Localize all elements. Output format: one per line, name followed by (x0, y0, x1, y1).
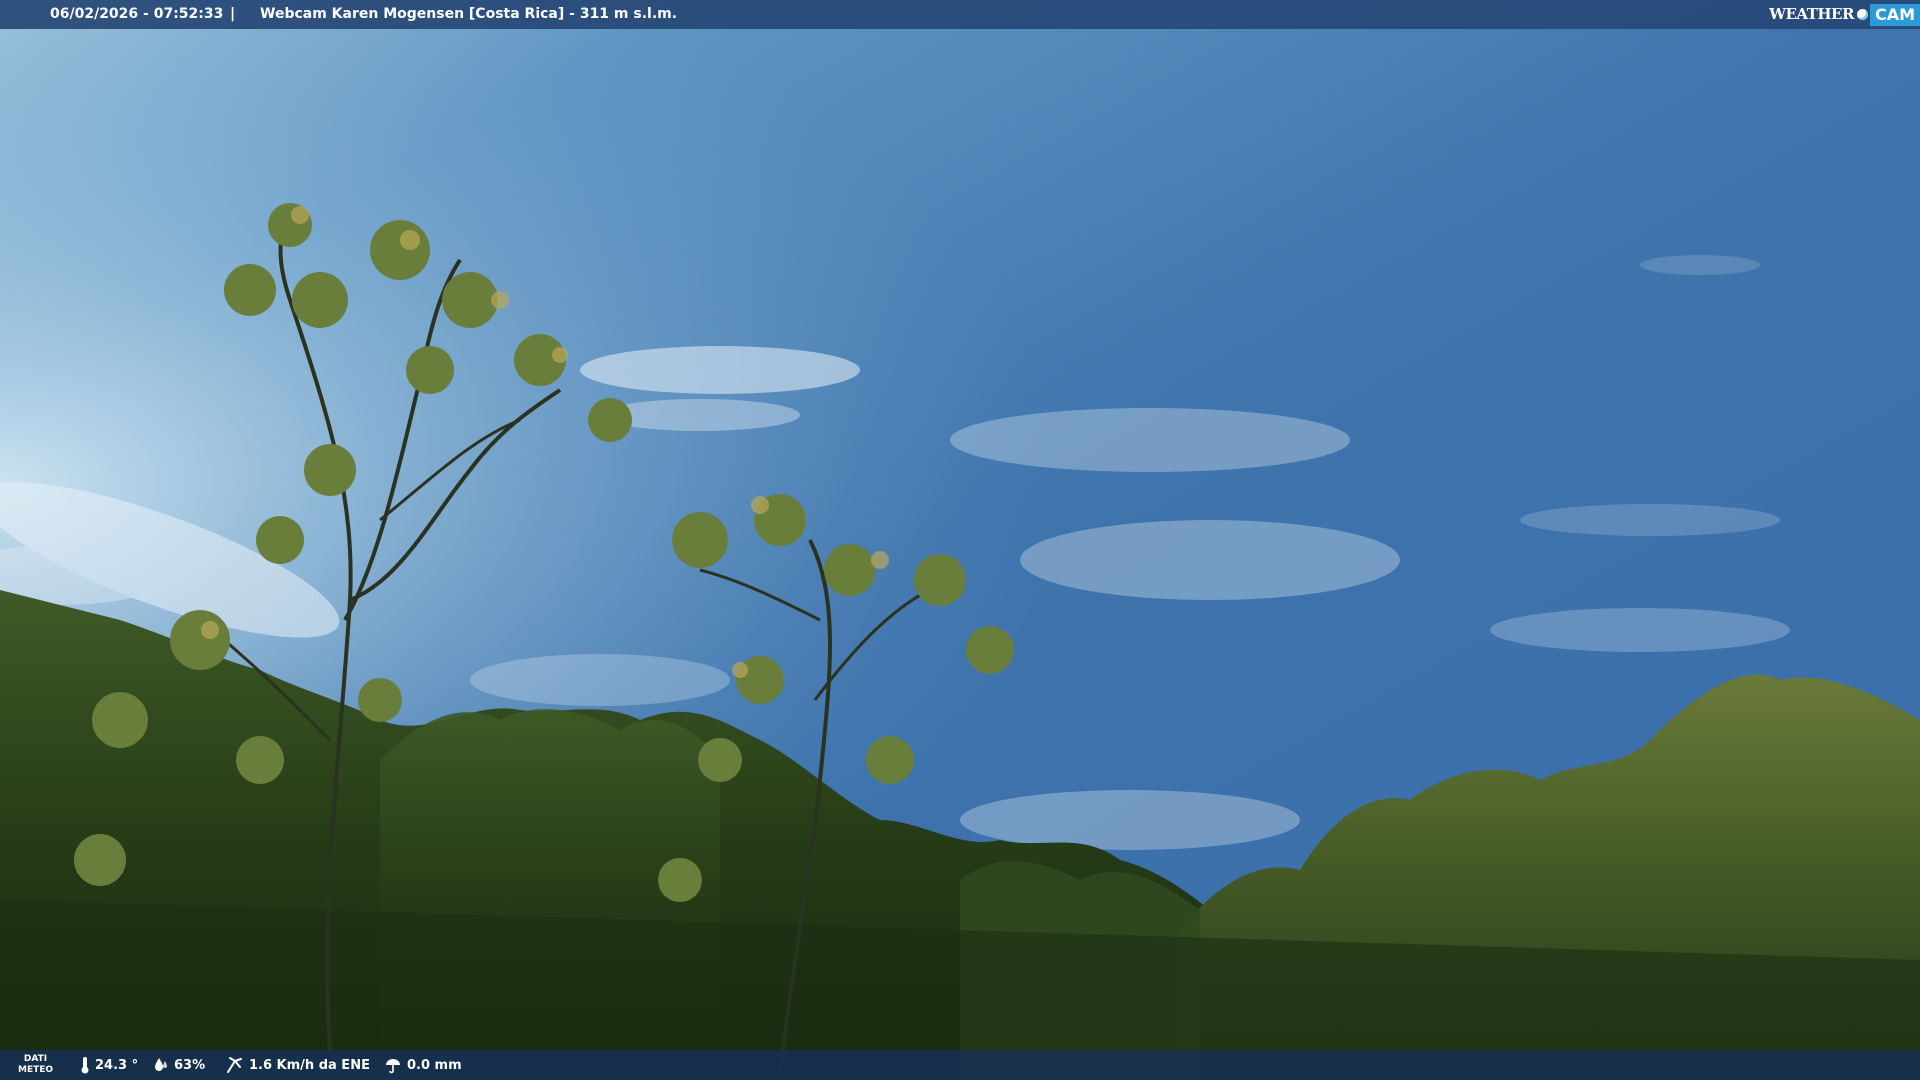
wind-value: 1.6 Km/h da ENE (249, 1057, 370, 1073)
datetime-label: 06/02/2026 - 07:52:33 (50, 6, 224, 22)
wind-icon (227, 1057, 242, 1073)
humidity-value: 63% (174, 1057, 206, 1073)
thermometer-icon (81, 1057, 89, 1074)
webcam-image (0, 0, 1920, 1080)
webcam-title: Webcam Karen Mogensen [Costa Rica] - 311… (260, 6, 678, 22)
temperature-reading: 24.3 ° (80, 1050, 138, 1080)
top-info-bar: 06/02/2026 - 07:52:33 | Webcam Karen Mog… (0, 0, 1920, 29)
weather-data-label: DATI METEO (18, 1050, 53, 1080)
humidity-reading: 63% (153, 1050, 205, 1080)
rain-reading: 0.0 mm (384, 1050, 462, 1080)
humidity-icon (155, 1058, 167, 1071)
rain-icon (386, 1059, 400, 1074)
logo-weather-text: WEATHER (1769, 5, 1854, 23)
wind-reading: 1.6 Km/h da ENE (226, 1050, 370, 1080)
temperature-value: 24.3 ° (95, 1057, 139, 1073)
webcam-frame: 06/02/2026 - 07:52:33 | Webcam Karen Mog… (0, 0, 1920, 1080)
weather-data-bar: DATI METEO 24.3 ° 63% 1.6 Km/h da ENE 0.… (0, 1050, 1920, 1080)
rain-value: 0.0 mm (407, 1057, 462, 1073)
separator: | (230, 6, 236, 22)
weather-data-label-line2: METEO (18, 1065, 54, 1075)
logo-globe-icon (1856, 9, 1868, 20)
weathercam-logo: WEATHER CAM (1769, 0, 1920, 29)
logo-cam-text: CAM (1869, 3, 1920, 26)
weather-data-label-line1: DATI (23, 1054, 48, 1064)
